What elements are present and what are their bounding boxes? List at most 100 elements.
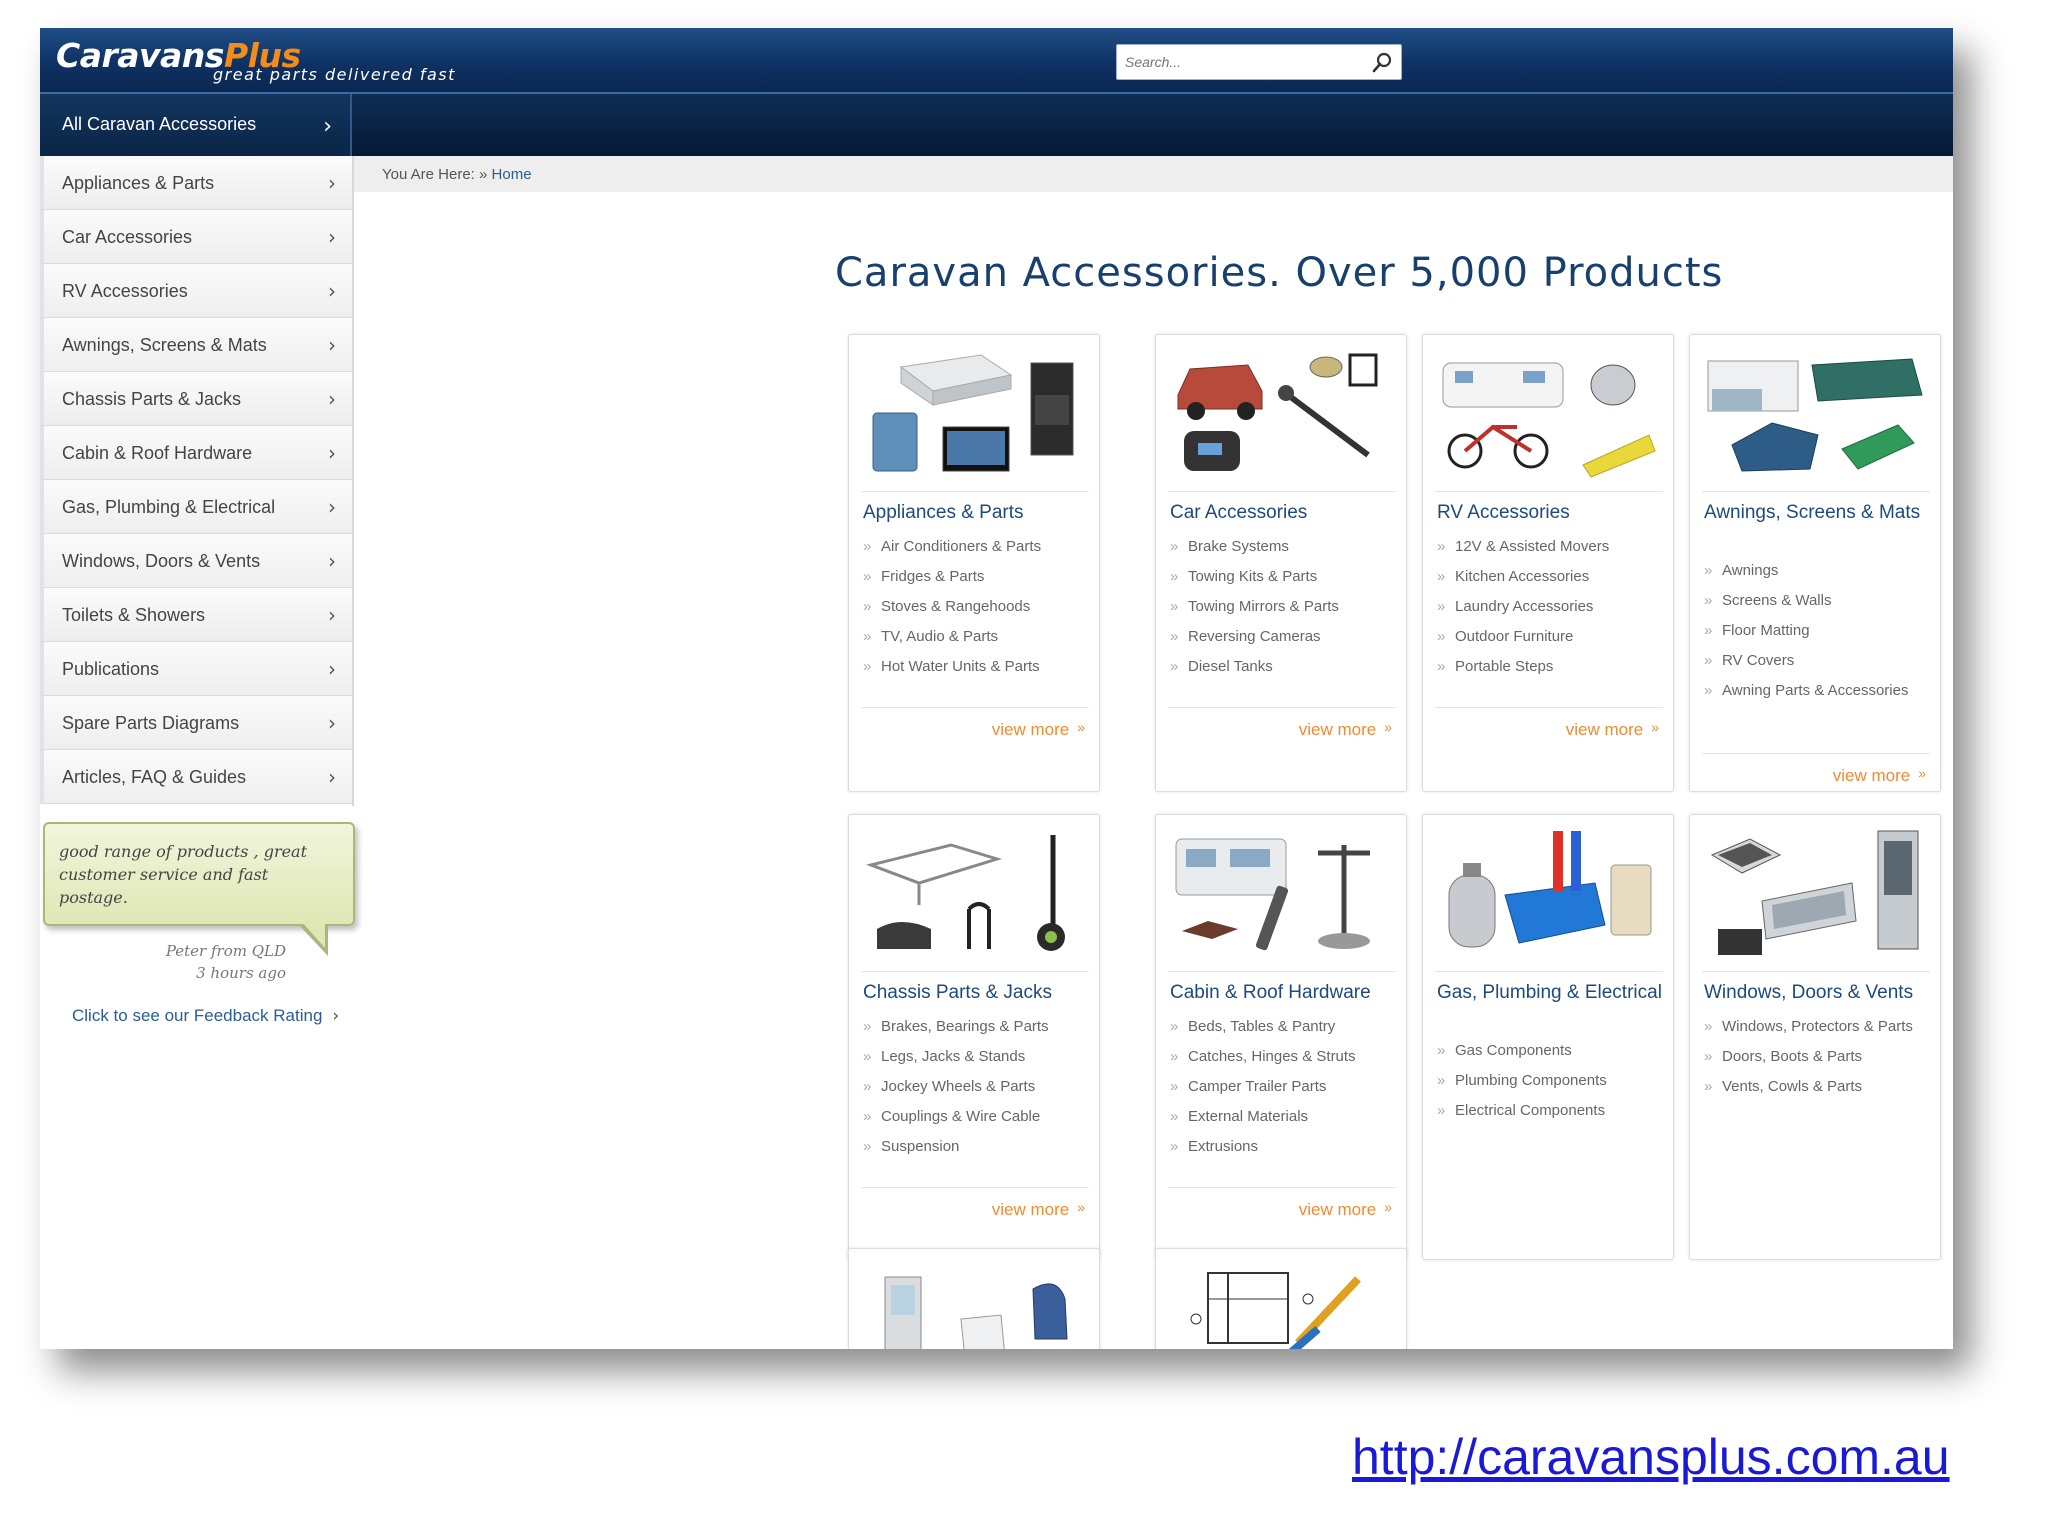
sidebar-item-appliances[interactable]: Appliances & Parts › [40,156,352,210]
card-title[interactable]: Cabin & Roof Hardware [1170,981,1400,1005]
feedback-rating-link[interactable]: Click to see our Feedback Rating › [72,1006,339,1026]
card-link[interactable]: Kitchen Accessories [1437,567,1665,587]
card-divider [861,707,1089,708]
view-more-link[interactable]: view more » [1833,765,1926,786]
card-link[interactable]: Fridges & Parts [863,567,1091,587]
card-link[interactable]: Outdoor Furniture [1437,627,1665,647]
sidebar-item-toilets[interactable]: Toilets & Showers › [40,588,352,642]
card-link[interactable]: Towing Kits & Parts [1170,567,1398,587]
card-link[interactable]: Windows, Protectors & Parts [1704,1017,1932,1037]
all-caravan-accessories-menu[interactable]: All Caravan Accessories › [40,94,352,156]
card-divider [1168,1187,1396,1188]
card-link[interactable]: Towing Mirrors & Parts [1170,597,1398,617]
card-link[interactable]: Beds, Tables & Pantry [1170,1017,1398,1037]
category-card-windows-doors[interactable]: Windows, Doors & Vents Windows, Protecto… [1689,814,1941,1260]
card-link[interactable]: 12V & Assisted Movers [1437,537,1665,557]
sidebar-item-car-accessories[interactable]: Car Accessories › [40,210,352,264]
sidebar-item-label: Cabin & Roof Hardware [62,443,253,463]
sidebar-item-chassis[interactable]: Chassis Parts & Jacks › [40,372,352,426]
view-more-link[interactable]: view more » [1566,719,1659,740]
card-link[interactable]: Brakes, Bearings & Parts [863,1017,1091,1037]
sidebar-item-cabin-roof[interactable]: Cabin & Roof Hardware › [40,426,352,480]
card-link[interactable]: Screens & Walls [1704,591,1932,611]
view-more-link[interactable]: view more » [992,719,1085,740]
card-link[interactable]: Camper Trailer Parts [1170,1077,1398,1097]
card-link[interactable]: Couplings & Wire Cable [863,1107,1091,1127]
card-link[interactable]: External Materials [1170,1107,1398,1127]
card-divider [1168,707,1396,708]
card-divider [1168,971,1396,972]
search-input[interactable] [1117,45,1357,79]
card-title[interactable]: Chassis Parts & Jacks [863,981,1093,1005]
sidebar-item-awnings[interactable]: Awnings, Screens & Mats › [40,318,352,372]
card-link[interactable]: Gas Components [1437,1041,1665,1061]
card-link[interactable]: Catches, Hinges & Struts [1170,1047,1398,1067]
cabin-roof-image [1175,838,1370,951]
card-link[interactable]: Hot Water Units & Parts [863,657,1091,677]
chevron-right-icon: › [328,765,336,789]
card-link[interactable]: RV Covers [1704,651,1932,671]
breadcrumb-home-link[interactable]: Home [492,166,532,183]
card-link-list: Gas Components Plumbing Components Elect… [1437,1041,1665,1131]
card-link[interactable]: Laundry Accessories [1437,597,1665,617]
category-card-rv-accessories[interactable]: RV Accessories 12V & Assisted Movers Kit… [1422,334,1674,792]
card-link[interactable]: Air Conditioners & Parts [863,537,1091,557]
search-icon[interactable] [1371,52,1393,74]
sidebar-item-label: Car Accessories [62,227,193,247]
card-title[interactable]: Appliances & Parts [863,501,1093,525]
card-link[interactable]: Diesel Tanks [1170,657,1398,677]
card-link[interactable]: Floor Matting [1704,621,1932,641]
card-link[interactable]: Portable Steps [1437,657,1665,677]
category-card-gas-plumbing[interactable]: Gas, Plumbing & Electrical Gas Component… [1422,814,1674,1260]
view-more-link[interactable]: view more » [992,1199,1085,1220]
chevron-right-icon: › [328,603,336,627]
category-card-toilets[interactable] [848,1248,1100,1349]
card-link[interactable]: Suspension [863,1137,1091,1157]
sidebar-item-gas-plumbing[interactable]: Gas, Plumbing & Electrical › [40,480,352,534]
card-link[interactable]: Brake Systems [1170,537,1398,557]
card-link[interactable]: TV, Audio & Parts [863,627,1091,647]
view-more-label: view more [1832,766,1911,785]
card-link[interactable]: Extrusions [1170,1137,1398,1157]
testimonial-bubble: good range of products , great customer … [43,822,355,926]
page-title: Caravan Accessories. Over 5,000 Products [835,250,1724,296]
category-card-car-accessories[interactable]: Car Accessories Brake Systems Towing Kit… [1155,334,1407,792]
sidebar-item-spare-parts[interactable]: Spare Parts Diagrams › [40,696,352,750]
category-card-appliances[interactable]: Appliances & Parts Air Conditioners & Pa… [848,334,1100,792]
card-link[interactable]: Jockey Wheels & Parts [863,1077,1091,1097]
card-link[interactable]: Awning Parts & Accessories [1704,681,1932,701]
card-divider [1702,491,1930,492]
website-url-link[interactable]: http://caravansplus.com.au [1352,1428,1950,1486]
sidebar-item-label: Appliances & Parts [62,173,215,193]
card-link[interactable]: Electrical Components [1437,1101,1665,1121]
card-title[interactable]: Gas, Plumbing & Electrical [1437,981,1667,1005]
chevron-right-icon: › [328,495,336,519]
sidebar-item-rv-accessories[interactable]: RV Accessories › [40,264,352,318]
card-link[interactable]: Vents, Cowls & Parts [1704,1077,1932,1097]
card-link[interactable]: Plumbing Components [1437,1071,1665,1091]
card-title[interactable]: Awnings, Screens & Mats [1704,501,1934,525]
card-title[interactable]: RV Accessories [1437,501,1667,525]
category-sidebar: Appliances & Parts › Car Accessories › RV … [40,156,354,806]
card-link[interactable]: Stoves & Rangehoods [863,597,1091,617]
category-card-awnings[interactable]: Awnings, Screens & Mats Awnings Screens … [1689,334,1941,792]
view-more-link[interactable]: view more » [1299,1199,1392,1220]
sidebar-item-articles[interactable]: Articles, FAQ & Guides › [40,750,352,804]
category-card-cabin-roof[interactable]: Cabin & Roof Hardware Beds, Tables & Pan… [1155,814,1407,1260]
testimonial-quote: good range of products , great customer … [59,842,308,907]
card-link[interactable]: Awnings [1704,561,1932,581]
card-title[interactable]: Windows, Doors & Vents [1704,981,1934,1005]
sidebar-item-publications[interactable]: Publications › [40,642,352,696]
card-link[interactable]: Reversing Cameras [1170,627,1398,647]
card-link[interactable]: Legs, Jacks & Stands [863,1047,1091,1067]
chevron-right-icon: › [328,387,336,411]
windows-doors-image [1710,830,1919,955]
category-card-spare-parts[interactable] [1155,1248,1407,1349]
view-more-link[interactable]: view more » [1299,719,1392,740]
card-divider [1702,753,1930,754]
search-box [1116,44,1402,80]
card-title[interactable]: Car Accessories [1170,501,1400,525]
card-link[interactable]: Doors, Boots & Parts [1704,1047,1932,1067]
category-card-chassis[interactable]: Chassis Parts & Jacks Brakes, Bearings &… [848,814,1100,1260]
sidebar-item-windows-doors[interactable]: Windows, Doors & Vents › [40,534,352,588]
